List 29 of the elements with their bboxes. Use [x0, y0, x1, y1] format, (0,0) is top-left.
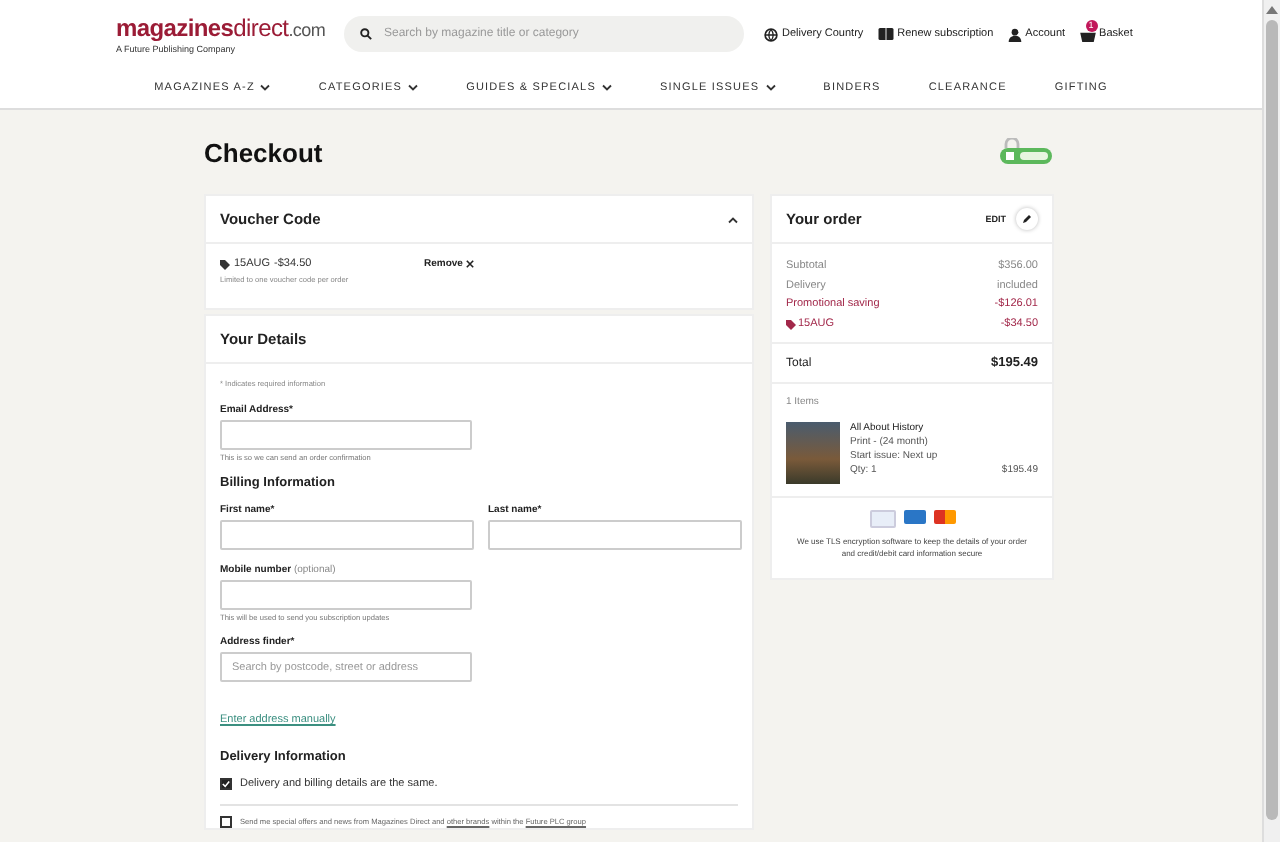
edit-button[interactable] — [1016, 208, 1038, 230]
input-field[interactable] — [220, 420, 472, 450]
chevron-down-icon — [765, 84, 776, 92]
payment-card-icon — [903, 510, 925, 524]
scrollbar[interactable] — [1262, 0, 1280, 842]
chevron-down-icon — [260, 84, 271, 92]
chevron-down-icon — [601, 84, 612, 92]
pencil-icon — [1022, 214, 1032, 224]
checkbox[interactable] — [220, 816, 232, 828]
basket-icon — [1079, 27, 1096, 41]
input-field[interactable] — [220, 520, 474, 550]
close-icon — [466, 260, 475, 268]
input-field[interactable] — [488, 520, 742, 550]
globe-icon — [764, 27, 778, 41]
input-field[interactable] — [220, 580, 472, 610]
payment-card-icon — [933, 510, 955, 524]
page-title: Checkout — [204, 137, 323, 167]
chevron-up-icon[interactable] — [728, 215, 738, 223]
checkbox[interactable] — [220, 778, 232, 790]
chevron-down-icon — [408, 84, 419, 92]
person-icon — [1007, 27, 1022, 41]
tag-icon — [786, 319, 796, 330]
magazine-cover-placeholder — [786, 422, 840, 484]
card-icon — [877, 28, 894, 40]
secure-lock-badge-icon — [998, 138, 1054, 166]
tag-icon — [220, 259, 230, 269]
search-icon — [360, 28, 372, 40]
site-logo[interactable]: magazinesdirect.com — [116, 15, 336, 41]
payment-card-icon — [869, 510, 895, 528]
